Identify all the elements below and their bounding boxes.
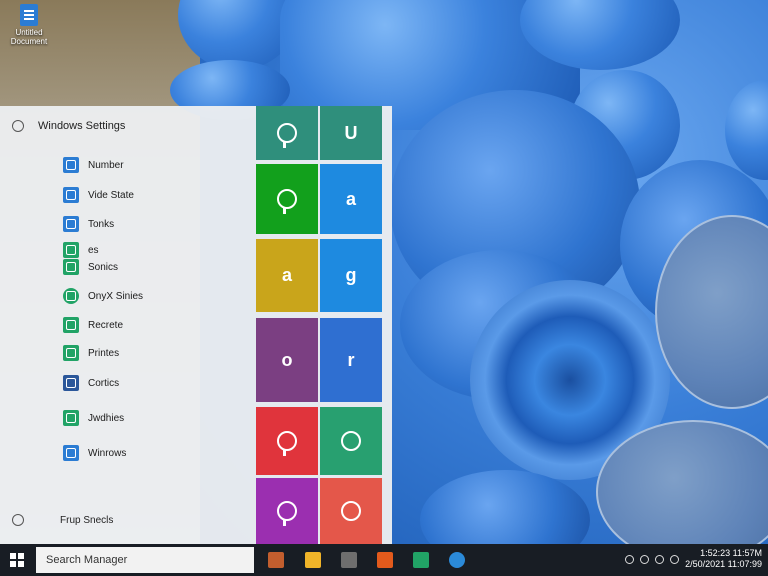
app-list: Windows Settings Number Vide State Tonks… (0, 106, 255, 544)
power-icon (12, 514, 24, 526)
app-label: Number (88, 159, 124, 171)
folder-icon[interactable] (305, 552, 321, 568)
document-icon (20, 4, 38, 26)
app-label: Printes (88, 347, 120, 359)
app-icon (63, 410, 79, 426)
app-list-item[interactable]: Number (63, 156, 124, 174)
live-tile[interactable] (256, 164, 318, 234)
app-icon (63, 317, 79, 333)
tile-icon (277, 431, 297, 456)
live-tile[interactable]: r (320, 318, 382, 402)
app-icon (63, 375, 79, 391)
tile-icon: a (281, 265, 292, 285)
live-tile[interactable] (320, 478, 382, 544)
tile-icon (277, 501, 297, 526)
edge-icon[interactable] (449, 552, 465, 568)
power-label: Frup Snecls (60, 514, 114, 526)
app-label: Winrows (88, 447, 127, 459)
tile-icon: r (347, 349, 355, 370)
settings-header[interactable]: Windows Settings (12, 120, 125, 132)
tile-icon: o (281, 349, 293, 370)
clock-time: 1:52:23 11:57M (700, 548, 762, 558)
app-icon (63, 216, 79, 232)
store-icon[interactable] (341, 552, 357, 568)
clock-date: 2/50/2021 11:07:99 (685, 559, 762, 569)
wallpaper-petal (420, 470, 590, 544)
settings-header-label: Windows Settings (38, 120, 126, 132)
app-list-item[interactable]: Recrete (63, 316, 123, 334)
live-tile[interactable]: a (320, 164, 382, 234)
app-icon (63, 445, 79, 461)
tile-icon (277, 189, 297, 214)
app-list-item[interactable]: Cortics (63, 374, 119, 392)
app-list-item[interactable]: OnyX Sinies (63, 287, 143, 305)
tile-icon (341, 501, 361, 521)
app-icon (63, 157, 79, 173)
app-list-item[interactable]: Vide State (63, 186, 134, 204)
start-button[interactable] (10, 553, 24, 567)
taskbar: Search Manager 1:52:23 11:57M 2/50/2021 … (0, 544, 768, 576)
tile-icon: g (345, 265, 357, 285)
live-tile[interactable]: U (320, 106, 382, 160)
app-list-item[interactable]: es (63, 241, 99, 259)
tile-icon: U (344, 122, 358, 143)
taskbar-search[interactable]: Search Manager (36, 547, 254, 573)
office-icon[interactable] (377, 552, 393, 568)
app-label: es (88, 244, 99, 256)
file-explorer-icon[interactable] (268, 552, 284, 568)
app-label: Recrete (88, 319, 124, 331)
tile-icon: a (345, 188, 356, 209)
live-tile[interactable] (320, 407, 382, 475)
desktop-icon[interactable]: Untitled Document (4, 4, 54, 46)
wallpaper-blob (725, 80, 768, 180)
app-icon (63, 242, 79, 258)
live-tile[interactable] (256, 106, 318, 160)
volume-icon[interactable] (655, 554, 665, 564)
app-list-item[interactable]: Printes (63, 344, 119, 362)
system-tray: 1:52:23 11:57M 2/50/2021 11:07:99 (625, 548, 762, 570)
battery-icon[interactable] (670, 554, 680, 564)
app-label: Cortics (88, 377, 120, 389)
app-label: Vide State (88, 189, 134, 201)
search-text: Search Manager (46, 554, 128, 566)
chevron-up-icon[interactable] (625, 554, 635, 564)
tile-grid: U a a g o r (256, 106, 386, 544)
app-list-item[interactable]: Sonics (63, 258, 118, 276)
live-tile[interactable] (256, 478, 318, 544)
app-icon (63, 345, 79, 361)
tile-icon (277, 123, 297, 148)
start-menu: Windows Settings Number Vide State Tonks… (0, 106, 392, 544)
live-tile[interactable]: a (256, 239, 318, 312)
live-tile[interactable]: g (320, 239, 382, 312)
clock[interactable]: 1:52:23 11:57M 2/50/2021 11:07:99 (685, 548, 762, 570)
live-tile[interactable] (256, 407, 318, 475)
app-icon (63, 259, 79, 275)
power-row[interactable]: Frup Snecls (12, 514, 113, 526)
desktop-icon-label: Untitled Document (10, 28, 48, 46)
app-label: Tonks (88, 218, 115, 230)
app-list-item[interactable]: Tonks (63, 215, 114, 233)
app-label: Sonics (88, 261, 119, 273)
app-icon (63, 187, 79, 203)
tile-icon (341, 431, 361, 451)
network-icon[interactable] (640, 554, 650, 564)
live-tile[interactable]: o (256, 318, 318, 402)
settings-icon (12, 120, 24, 132)
app-icon (63, 288, 79, 304)
app-list-item[interactable]: Jwdhies (63, 409, 124, 427)
excel-icon[interactable] (413, 552, 429, 568)
app-label: OnyX Sinies (88, 290, 144, 302)
app-list-item[interactable]: Winrows (63, 444, 126, 462)
app-label: Jwdhies (88, 412, 125, 424)
